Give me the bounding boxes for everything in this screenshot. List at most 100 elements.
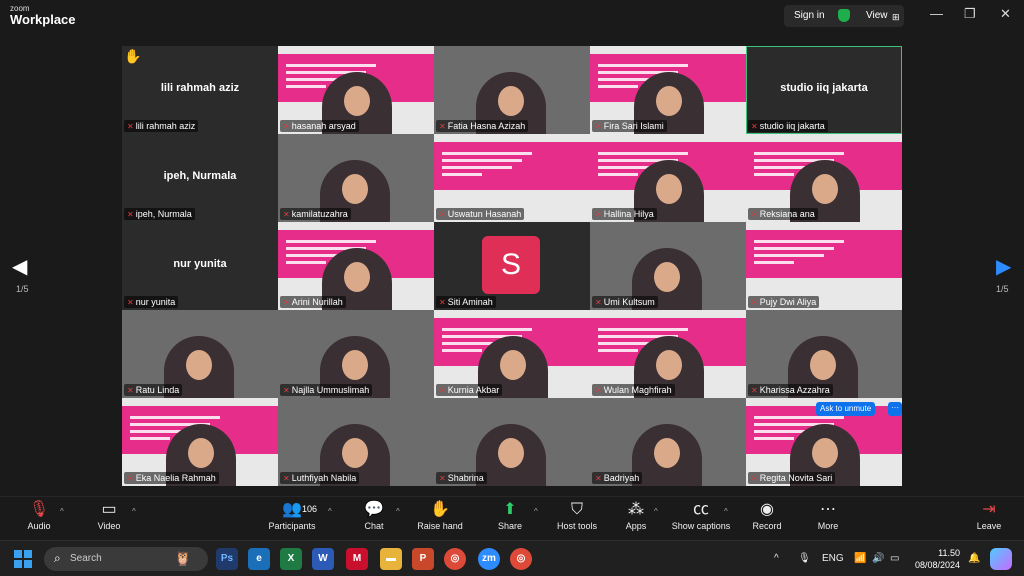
share-caret[interactable]: ^ [534, 507, 538, 516]
leave-button[interactable]: ⇥ Leave [974, 499, 1004, 531]
language-indicator[interactable]: ENG [822, 553, 844, 564]
next-page-icon[interactable]: ▶ [996, 254, 1011, 279]
more-button[interactable]: ⋯ More [814, 499, 842, 531]
captions-caret[interactable]: ^ [724, 507, 728, 516]
mendeley-icon[interactable]: M [346, 548, 368, 570]
participant-name: Najlla Ummuslimah [291, 385, 370, 395]
participant-tile[interactable]: ✕ Badriyah [590, 398, 746, 486]
share-button[interactable]: ⬆ Share [494, 499, 526, 531]
tray-mic-icon[interactable]: 🎙 [798, 553, 811, 564]
photoshop-icon[interactable]: Ps [216, 548, 238, 570]
record-button[interactable]: ◉ Record [750, 499, 784, 531]
participant-tile[interactable]: ✕ kamilatuzahra [278, 134, 434, 222]
participant-tile[interactable]: ✕ Reksiana ana [746, 134, 902, 222]
participant-tile[interactable]: S ✕ Siti Aminah [434, 222, 590, 310]
powerpoint-icon[interactable]: P [412, 548, 434, 570]
participant-tile[interactable]: nur yunita ✕ nur yunita [122, 222, 278, 310]
participant-name: Fira Sari Islami [603, 121, 664, 131]
video-options-caret[interactable]: ^ [132, 507, 136, 516]
participant-tile[interactable]: studio iiq jakarta ✕ studio iiq jakarta [746, 46, 902, 134]
share-screen-icon: ⬆ [503, 501, 517, 518]
audio-button[interactable]: 🎙 Audio [22, 499, 56, 531]
shield-icon: ⛉ [570, 501, 583, 518]
participant-tile[interactable]: ✕ Umi Kultsum [590, 222, 746, 310]
participant-tile[interactable]: ✕ Uswatun Hasanah [434, 134, 590, 222]
slide-text-line [598, 173, 638, 176]
video-button[interactable]: ▭ Video [92, 499, 126, 531]
record-label: Record [752, 521, 782, 531]
zoom-taskbar-icon[interactable]: zm [478, 548, 500, 570]
apps-caret[interactable]: ^ [654, 507, 658, 516]
participant-tile[interactable]: ✕ Hallina Hilya [590, 134, 746, 222]
participant-tile[interactable]: ✕ Wulan Maghfirah [590, 310, 746, 398]
tray-overflow-icon[interactable]: ^ [774, 553, 779, 564]
participant-tile[interactable]: ✕ Shabrina [434, 398, 590, 486]
host-tools-button[interactable]: ⛉ Host tools [554, 499, 600, 531]
participant-name-label: ✕ Uswatun Hasanah [436, 208, 525, 220]
participants-caret[interactable]: ^ [328, 507, 332, 516]
chat-button[interactable]: 💬 Chat [360, 499, 388, 531]
word-icon[interactable]: W [312, 548, 334, 570]
chrome-icon[interactable]: ◎ [444, 548, 466, 570]
participant-tile[interactable]: ✕ Ratu Linda [122, 310, 278, 398]
participant-tile[interactable]: ✕ Arini Nurillah [278, 222, 434, 310]
taskbar-search[interactable]: ⌕ Search 🦉 [44, 547, 208, 571]
minimize-icon[interactable]: — [930, 6, 943, 21]
participant-tile[interactable]: ✕ Luthfiyah Nabila [278, 398, 434, 486]
wifi-icon[interactable]: 📶 [854, 553, 866, 564]
security-shield-icon[interactable] [838, 9, 850, 22]
chat-caret[interactable]: ^ [396, 507, 400, 516]
zoom-logo: zoom Workplace [10, 5, 76, 27]
participant-name: lili rahmah aziz [135, 121, 196, 131]
view-button[interactable]: View [866, 10, 888, 21]
slide-text-line [754, 437, 794, 440]
participant-tile[interactable]: ✕ Najlla Ummuslimah [278, 310, 434, 398]
mic-muted-icon: ✕ [595, 210, 602, 219]
notification-bell-icon[interactable]: 🔔 [968, 553, 980, 564]
participant-tile[interactable]: ✕ hasanah arsyad [278, 46, 434, 134]
mic-muted-icon: ✕ [127, 122, 134, 131]
close-icon[interactable]: ✕ [1000, 6, 1011, 22]
excel-icon[interactable]: X [280, 548, 302, 570]
raise-hand-label: Raise hand [417, 521, 463, 531]
volume-icon[interactable]: 🔊 [872, 553, 884, 564]
mic-muted-icon: ✕ [283, 298, 290, 307]
prev-page-icon[interactable]: ◀ [12, 254, 27, 279]
participant-name-label: ✕ Reksiana ana [748, 208, 818, 220]
file-explorer-icon[interactable]: ▬ [380, 548, 402, 570]
slide-text-line [442, 173, 482, 176]
mic-muted-icon: ✕ [439, 386, 446, 395]
ask-to-unmute-button[interactable]: Ask to unmute [816, 402, 876, 416]
participant-tile[interactable]: ✕ Fira Sari Islami [590, 46, 746, 134]
participant-name: Kharissa Azzahra [759, 385, 830, 395]
more-label: More [817, 521, 839, 531]
participant-tile[interactable]: ✕ Kharissa Azzahra [746, 310, 902, 398]
apps-button[interactable]: ⁂ Apps [622, 499, 650, 531]
restore-icon[interactable]: ❐ [964, 6, 976, 22]
participant-name-label: ✕ Fira Sari Islami [592, 120, 667, 132]
slide-text-line [754, 152, 844, 155]
tile-more-options-button[interactable]: ··· [888, 402, 902, 416]
participant-tile[interactable]: ✕ Pujy Dwi Aliya [746, 222, 902, 310]
participant-tile[interactable]: ✕ Kurnia Akbar [434, 310, 590, 398]
view-grid-icon[interactable]: ⊞ [892, 12, 900, 23]
mic-muted-icon: ✕ [595, 474, 602, 483]
raise-hand-button[interactable]: ✋ Raise hand [416, 499, 464, 531]
participant-tile[interactable]: lili rahmah aziz ✋ ✕ lili rahmah aziz [122, 46, 278, 134]
taskbar-clock[interactable]: 11.50 08/08/2024 [914, 547, 960, 571]
page-indicator-left: 1/5 [16, 284, 29, 294]
chrome-alt-icon[interactable]: ◎ [510, 548, 532, 570]
windows-start-icon[interactable] [14, 550, 32, 568]
participant-tile[interactable]: ✕ Eka Naelia Rahmah [122, 398, 278, 486]
show-captions-button[interactable]: ㏄ Show captions [670, 499, 732, 531]
participant-name: Ratu Linda [135, 385, 180, 395]
edge-icon[interactable]: e [248, 548, 270, 570]
participant-tile[interactable]: ipeh, Nurmala ✕ ipeh, Nurmala [122, 134, 278, 222]
participant-tile[interactable]: ✕ Fatia Hasna Azizah [434, 46, 590, 134]
camera-icon: ▭ [101, 501, 117, 518]
sign-in-button[interactable]: Sign in [794, 10, 825, 21]
audio-options-caret[interactable]: ^ [60, 507, 64, 516]
participant-name-label: ✕ Wulan Maghfirah [592, 384, 675, 396]
battery-icon[interactable]: ▭ [890, 553, 899, 564]
copilot-icon[interactable] [990, 548, 1012, 570]
